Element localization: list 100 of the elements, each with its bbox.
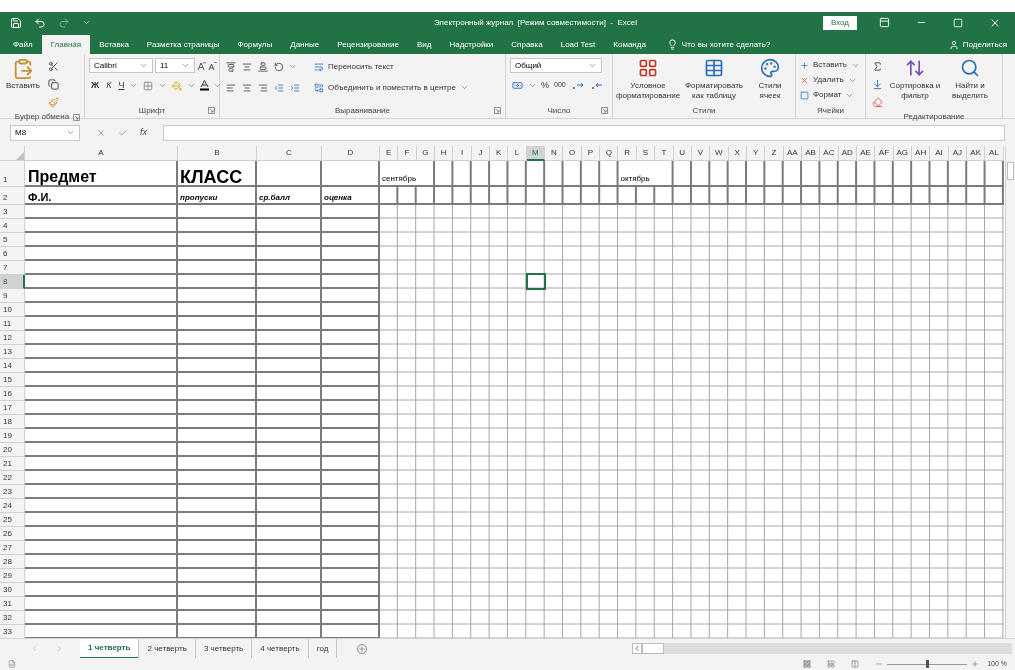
row-header[interactable]: 1 <box>0 161 25 187</box>
row-header[interactable]: 24 <box>0 499 25 513</box>
copy-icon[interactable] <box>46 76 61 93</box>
tell-me-field[interactable]: Что вы хотите сделать? <box>681 38 812 51</box>
ribbon-tab[interactable]: Надстройки <box>440 35 503 54</box>
underline-button[interactable]: Ч <box>116 78 127 93</box>
scroll-left-icon[interactable] <box>632 643 642 654</box>
row-header[interactable]: 4 <box>0 219 25 233</box>
find-select-button[interactable]: Найти и выделить <box>945 58 995 101</box>
conditional-formatting-button[interactable]: Условное форматирование <box>617 58 679 101</box>
italic-button[interactable]: К <box>104 78 114 93</box>
row-header[interactable]: 18 <box>0 415 25 429</box>
column-header[interactable]: E <box>380 146 399 161</box>
wrap-text-button[interactable]: Переносить текст <box>314 58 469 75</box>
row-header[interactable]: 14 <box>0 359 25 373</box>
horizontal-scrollbar[interactable] <box>632 643 1012 654</box>
delete-cells-button[interactable]: Удалить <box>800 73 860 87</box>
dialog-launcher-icon[interactable] <box>601 107 608 114</box>
column-header[interactable]: C <box>257 146 322 161</box>
row-header[interactable]: 13 <box>0 345 25 359</box>
ribbon-tab[interactable]: Вставка <box>90 35 138 54</box>
row-header[interactable]: 26 <box>0 527 25 541</box>
cell-styles-button[interactable]: Стили ячеек <box>749 58 791 101</box>
ribbon-tab[interactable]: Вид <box>407 35 441 54</box>
column-header[interactable]: K <box>490 146 509 161</box>
column-header[interactable]: A <box>25 146 178 161</box>
column-header[interactable]: Q <box>600 146 619 161</box>
row-header[interactable]: 12 <box>0 331 25 345</box>
format-painter-icon[interactable] <box>46 94 61 111</box>
number-format-field[interactable]: Общий <box>510 58 602 73</box>
column-header[interactable]: AC <box>820 146 839 161</box>
dialog-launcher-icon[interactable] <box>208 107 215 114</box>
column-header[interactable]: W <box>710 146 729 161</box>
share-button[interactable]: Поделиться <box>948 35 1011 54</box>
row-header[interactable]: 11 <box>0 317 25 331</box>
format-as-table-button[interactable]: Форматировать как таблицу <box>683 58 745 101</box>
page-break-preview-icon[interactable] <box>851 660 860 668</box>
column-header[interactable]: AF <box>875 146 894 161</box>
column-header[interactable]: H <box>435 146 454 161</box>
bold-button[interactable]: Ж <box>89 78 102 93</box>
column-header[interactable]: T <box>655 146 674 161</box>
zoom-slider-thumb[interactable] <box>925 660 929 668</box>
enter-icon[interactable] <box>118 127 128 138</box>
font-size-field[interactable]: 11 <box>155 58 195 73</box>
column-header[interactable]: R <box>618 146 637 161</box>
row-header[interactable]: 8 <box>0 275 25 289</box>
row-header[interactable]: 10 <box>0 303 25 317</box>
sign-in-button[interactable]: Вход <box>822 15 857 30</box>
column-header[interactable]: AK <box>967 146 986 161</box>
font-color-icon[interactable] <box>199 80 211 91</box>
grow-font-icon[interactable] <box>197 60 206 71</box>
percent-button[interactable]: % <box>540 78 550 93</box>
font-family-field[interactable]: Calibri <box>89 58 153 73</box>
select-all-corner[interactable] <box>0 146 25 161</box>
row-header[interactable]: 15 <box>0 373 25 387</box>
row-header[interactable]: 6 <box>0 247 25 261</box>
scrollbar-thumb[interactable] <box>1007 162 1014 180</box>
row-header[interactable]: 5 <box>0 233 25 247</box>
ribbon-tab[interactable]: Данные <box>281 35 329 54</box>
dialog-launcher-icon[interactable] <box>73 114 80 121</box>
insert-cells-button[interactable]: Вставить <box>800 58 860 72</box>
ribbon-tab[interactable]: Разметка страницы <box>137 35 229 54</box>
column-header[interactable]: AL <box>985 146 1004 161</box>
vertical-scrollbar[interactable] <box>1005 146 1015 638</box>
selected-cell[interactable] <box>525 273 547 290</box>
row-header[interactable]: 29 <box>0 569 25 583</box>
ribbon-tab[interactable]: Рецензирование <box>328 35 408 54</box>
row-header[interactable]: 19 <box>0 429 25 443</box>
zoom-out-icon[interactable] <box>875 660 884 668</box>
row-header[interactable]: 23 <box>0 485 25 499</box>
page-layout-icon[interactable] <box>827 660 836 668</box>
ribbon-tab[interactable]: Load Test <box>551 35 605 54</box>
column-header[interactable]: O <box>563 146 582 161</box>
paste-button[interactable]: Вставить <box>4 58 42 92</box>
ribbon-tab[interactable]: Файл <box>4 35 42 54</box>
format-cells-button[interactable]: Формат <box>800 88 860 102</box>
ribbon-tab[interactable]: Главная <box>41 35 91 54</box>
shrink-font-icon[interactable] <box>208 60 217 71</box>
row-header[interactable]: 32 <box>0 611 25 625</box>
row-header[interactable]: 20 <box>0 443 25 457</box>
column-header[interactable]: N <box>545 146 564 161</box>
row-header[interactable]: 31 <box>0 597 25 611</box>
dialog-launcher-icon[interactable] <box>494 107 501 114</box>
row-header[interactable]: 30 <box>0 583 25 597</box>
row-header[interactable]: 27 <box>0 541 25 555</box>
next-sheet-icon[interactable] <box>55 644 64 653</box>
column-header[interactable]: AI <box>930 146 949 161</box>
scrollbar-thumb[interactable] <box>642 643 664 654</box>
formula-field[interactable] <box>163 124 1005 141</box>
column-header[interactable]: B <box>178 146 257 161</box>
column-header[interactable]: I <box>453 146 472 161</box>
sort-filter-button[interactable]: Сортировка и фильтр <box>889 58 941 101</box>
ribbon-tab[interactable]: Справка <box>502 35 552 54</box>
column-header[interactable]: F <box>398 146 417 161</box>
insert-function-button[interactable]: fx <box>140 125 147 140</box>
column-header[interactable]: Z <box>765 146 784 161</box>
merge-center-button[interactable]: Объединить и поместить в центре <box>314 79 469 96</box>
column-header[interactable]: L <box>508 146 527 161</box>
row-header[interactable]: 17 <box>0 401 25 415</box>
row-header[interactable]: 25 <box>0 513 25 527</box>
